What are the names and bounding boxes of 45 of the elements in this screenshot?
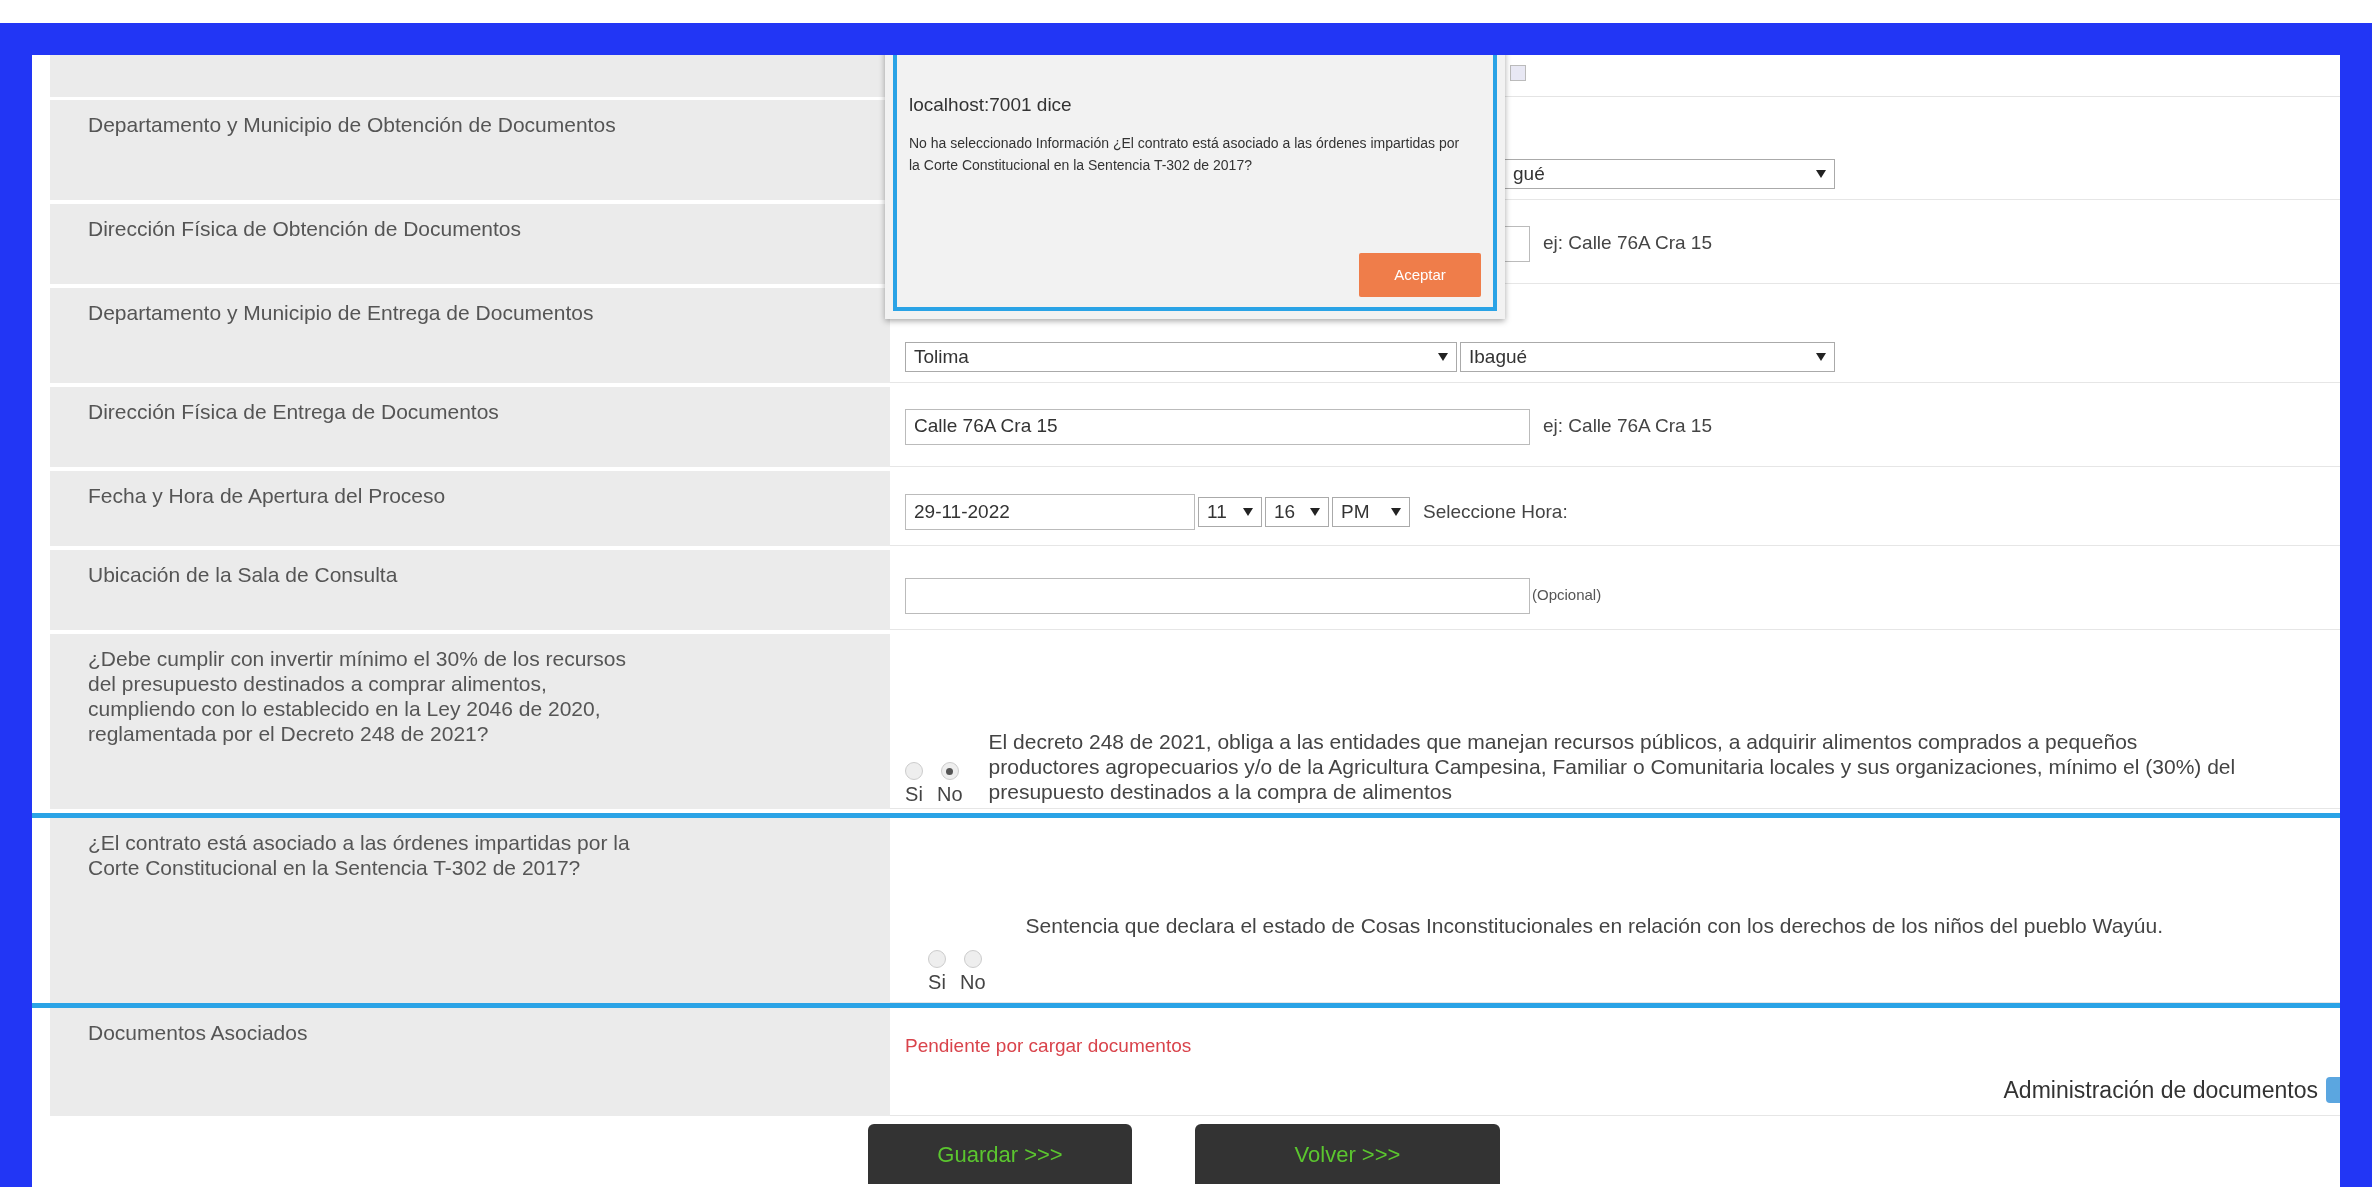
- field-label: ¿Debe cumplir con invertir mínimo el 30% de los recursos del presupuesto destinados a comprar alimentos, cumpliendo con lo establecido en la Ley 2046 de 2020, reglamentada por el Decreto 248 de 2021?: [88, 646, 628, 746]
- document-icon[interactable]: [2326, 1076, 2340, 1103]
- field-label: ¿El contrato está asociado a las órdenes impartidas por la Corte Constitucional en la Sentencia T-302 de 2017?: [88, 830, 631, 880]
- caret-icon: [1816, 170, 1826, 178]
- location-input[interactable]: [905, 578, 1530, 614]
- field-label: Documentos Asociados: [88, 1020, 309, 1045]
- date-input[interactable]: 29-11-2022: [905, 494, 1195, 530]
- pending-status: Pendiente por cargar documentos: [905, 1034, 1193, 1058]
- radio-button[interactable]: [940, 762, 959, 780]
- address-input[interactable]: Calle 76A Cra 15: [905, 408, 1530, 445]
- select-field[interactable]: Tolima: [905, 342, 1457, 372]
- description-text: Sentencia que declara el estado de Cosas Inconstitucionales en relación con los derechos de los niños del pueblo Wayúu.: [1025, 912, 2165, 938]
- select-field[interactable]: 16: [1265, 497, 1329, 527]
- optional-note: (Opcional): [1532, 585, 1602, 605]
- caret-icon: [1243, 508, 1253, 516]
- select-field[interactable]: 11: [1198, 497, 1262, 527]
- caret-icon: [1391, 508, 1401, 516]
- radio-label: No: [937, 784, 963, 804]
- field-label: Departamento y Municipio de Obtención de Documentos: [88, 112, 617, 137]
- dialog-title: localhost:7001 dice: [909, 93, 1073, 117]
- radio-button[interactable]: [905, 762, 923, 780]
- radio-button[interactable]: [928, 950, 946, 968]
- time-label: Seleccione Hora:: [1423, 499, 1568, 524]
- caret-icon: [1438, 353, 1448, 361]
- documents-link[interactable]: Administración de documentos: [2003, 1072, 2318, 1107]
- caret-icon: [1310, 508, 1320, 516]
- radio-label: Si: [928, 972, 946, 992]
- field-label: Dirección Física de Entrega de Documentos: [88, 399, 500, 424]
- field-label: Fecha y Hora de Apertura del Proceso: [88, 483, 447, 508]
- radio-label: Si: [905, 784, 923, 804]
- field-label: Ubicación de la Sala de Consulta: [88, 562, 399, 587]
- field-hint: ej: Calle 76A Cra 15: [1543, 414, 1712, 439]
- field-hint: ej: Calle 76A Cra 15: [1543, 231, 1712, 256]
- action-button[interactable]: Volver >>>: [1195, 1124, 1500, 1184]
- select-field[interactable]: Ibagué: [1460, 342, 1835, 372]
- field-label: Dirección Física de Obtención de Documentos: [88, 216, 523, 241]
- radio-label: No: [960, 972, 986, 992]
- caret-icon: [1816, 353, 1826, 361]
- action-button[interactable]: Guardar >>>: [868, 1124, 1132, 1184]
- field-label: Departamento y Municipio de Entrega de Documentos: [88, 300, 595, 325]
- dialog-message: No ha seleccionado Información ¿El contrato está asociado a las órdenes impartidas por la Corte Constitucional en la Sentencia T-302 de 2017?: [909, 133, 1461, 175]
- checkbox[interactable]: [1510, 65, 1526, 81]
- radio-button[interactable]: [963, 950, 982, 968]
- description-text: El decreto 248 de 2021, obliga a las entidades que manejan recursos públicos, a adquirir alimentos comprados a pequeños productores agropecuarios y/o de la Agricultura Campesina, Familiar o Comunitaria locales y sus organizaciones, mínimo el (30%) del presupuesto destinados a la compra de alimentos: [988, 729, 2237, 804]
- select-field[interactable]: PM: [1332, 497, 1410, 527]
